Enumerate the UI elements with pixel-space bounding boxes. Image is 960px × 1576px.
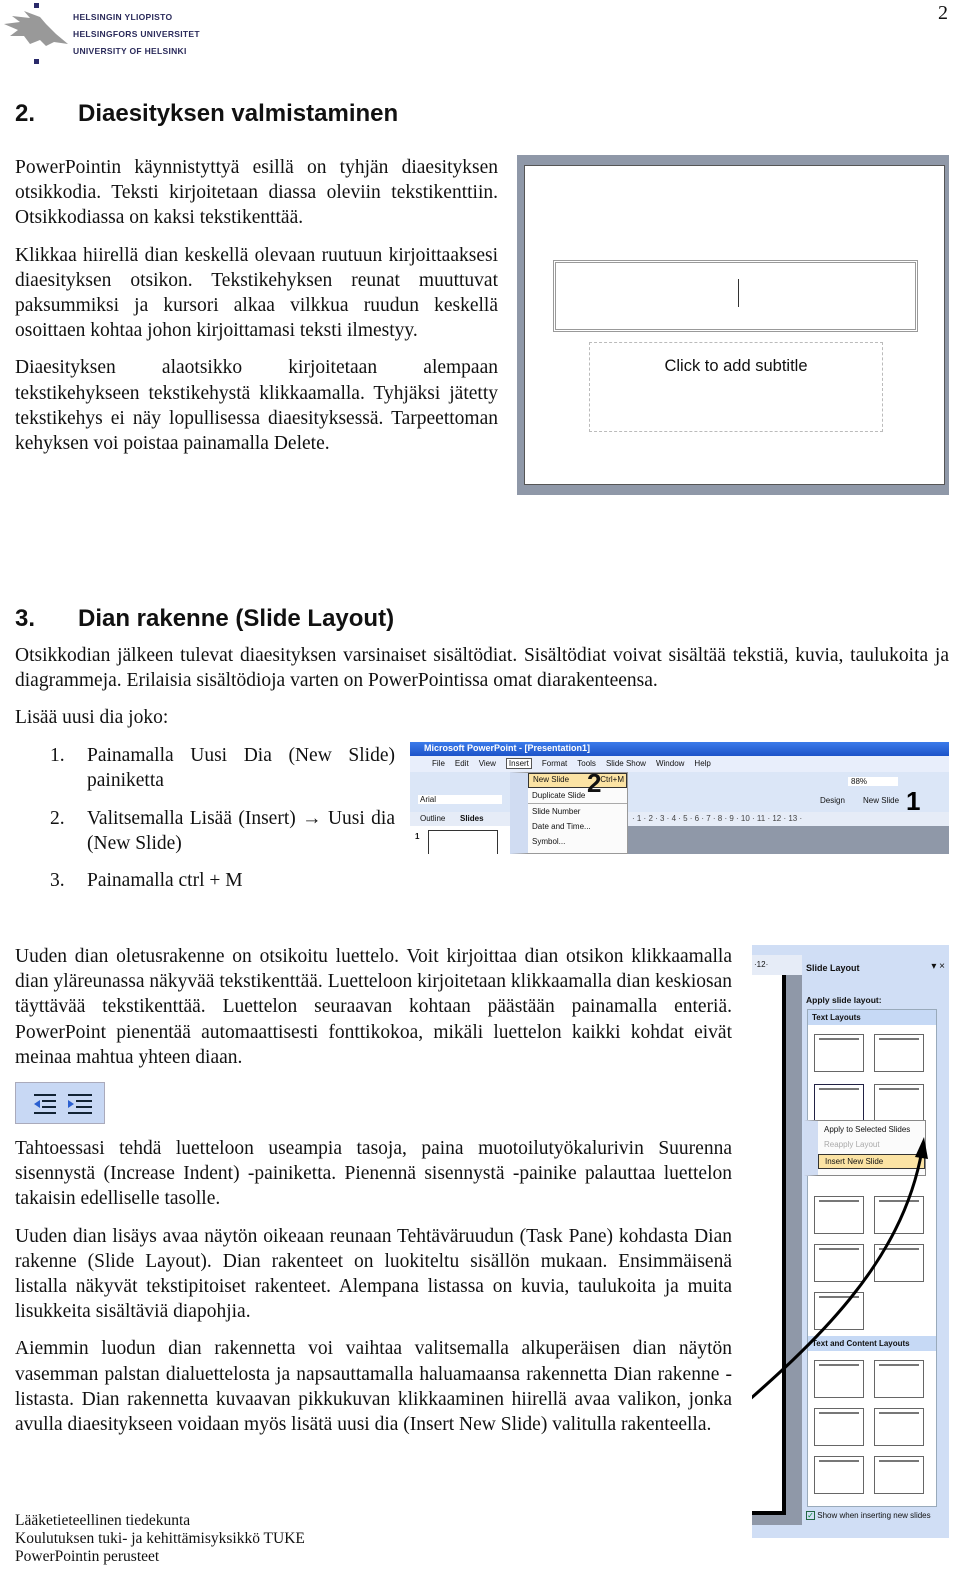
logo-emblem-icon bbox=[4, 3, 68, 64]
decrease-indent-icon[interactable] bbox=[16, 1083, 106, 1125]
list-item: 3. Painamalla ctrl + M bbox=[50, 870, 243, 891]
ppt-format-toolbar: Arial Design New Slide 1 bbox=[410, 786, 949, 816]
page-number: 2 bbox=[938, 2, 948, 24]
task-pane-screenshot: ·12· Slide Layout ▾ × Apply slide layout… bbox=[752, 945, 949, 1538]
ppt-menubar: File Edit View Insert Format Tools Slide Show W… bbox=[410, 756, 949, 772]
title-placeholder[interactable] bbox=[553, 260, 918, 332]
annotation-arrow bbox=[752, 1137, 928, 1400]
menu-item-new-slide[interactable]: New Slide Ctrl+M 2 bbox=[528, 768, 627, 798]
paragraph: Klikkaa hiirellä dian keskellä olevaan r… bbox=[15, 244, 498, 342]
paragraph: Uuden dian oletusrakenne on otsikoitu lu… bbox=[15, 946, 732, 1068]
list-item: 2. Valitsemalla Lisää (Insert) → Uusi dia… bbox=[50, 808, 395, 854]
indent-buttons bbox=[15, 1082, 105, 1124]
footer-line: Lääketieteellinen tiedekunta bbox=[15, 1512, 191, 1529]
paragraph: Uuden dian lisäys avaa näytön oikeaan re… bbox=[15, 1225, 732, 1323]
insert-menu: New Slide Ctrl+M 2 Duplicate Slide Slide N… bbox=[510, 768, 628, 854]
powerpoint-screenshot: Microsoft PowerPoint - [Presentation1] F… bbox=[410, 742, 949, 854]
logo-line: HELSINGFORS UNIVERSITET bbox=[73, 29, 200, 39]
ppt-titlebar: Microsoft PowerPoint - [Presentation1] bbox=[410, 742, 949, 756]
ppt-toolbar: 88% bbox=[410, 772, 949, 792]
title-slide-screenshot: Click to add subtitle bbox=[517, 155, 949, 495]
menu-item[interactable]: Symbol... bbox=[528, 834, 627, 849]
menu-item[interactable]: Slide Number bbox=[528, 804, 627, 819]
paragraph: Diaesityksen alaotsikko kirjoitetaan ale… bbox=[15, 357, 498, 455]
list-item: 1. Painamalla Uusi Dia (New Slide) painik… bbox=[50, 745, 395, 791]
section-heading: 2. Diaesityksen valmistaminen bbox=[15, 100, 399, 127]
paragraph: Tahtoessasi tehdä luetteloon useampia ta… bbox=[15, 1138, 732, 1210]
subtitle-placeholder[interactable]: Click to add subtitle bbox=[589, 342, 883, 432]
logo-line: UNIVERSITY OF HELSINKI bbox=[73, 46, 187, 56]
section-heading: 3. Dian rakenne (Slide Layout) bbox=[15, 605, 395, 632]
paragraph: Lisää uusi dia joko: bbox=[15, 707, 169, 728]
menu-item[interactable]: Date and Time... bbox=[528, 819, 627, 834]
paragraph: Aiemmin luodun dian rakennetta voi vaiht… bbox=[15, 1338, 732, 1436]
menu-item[interactable]: Duplicate Slide bbox=[528, 788, 627, 804]
footer-line: PowerPointin perusteet bbox=[15, 1548, 160, 1565]
footer-line: Koulutuksen tuki- ja kehittämisyksikkö T… bbox=[15, 1530, 305, 1547]
paragraph: Otsikkodian jälkeen tulevat diaesityksen… bbox=[15, 645, 949, 692]
university-logo: HELSINGIN YLIOPISTO HELSINGFORS UNIVERSI… bbox=[0, 0, 200, 68]
paragraph: PowerPointin käynnistyttyä esillä on tyh… bbox=[15, 157, 498, 229]
logo-line: HELSINGIN YLIOPISTO bbox=[73, 12, 173, 22]
